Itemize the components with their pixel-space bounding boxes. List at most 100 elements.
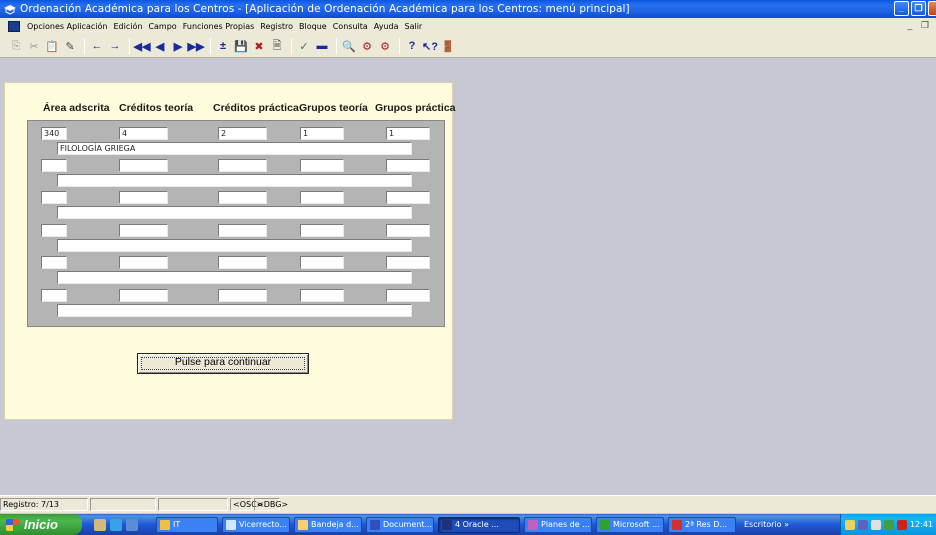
descripcion-field[interactable] [57, 304, 412, 317]
creditos-teoria-field[interactable]: 4 [119, 127, 168, 140]
lov-icon[interactable]: ⚙ [359, 38, 375, 54]
exit-icon[interactable]: 🚪 [440, 38, 456, 54]
area-field[interactable] [41, 289, 67, 302]
grupos-teoria-field[interactable] [300, 191, 344, 204]
copy-icon[interactable]: ⎘ [8, 38, 24, 54]
grupos-practica-field[interactable]: 1 [386, 127, 430, 140]
creditos-practica-field[interactable]: 2 [218, 127, 267, 140]
task-item[interactable]: IT [156, 516, 218, 533]
descripcion-field[interactable] [57, 271, 412, 284]
dbg-indicator: <DBG> [254, 498, 288, 511]
grupos-teoria-field[interactable]: 1 [300, 127, 344, 140]
context-help-icon[interactable]: ↖? [422, 38, 438, 54]
descripcion-field[interactable] [57, 174, 412, 187]
task-item[interactable]: Planes de ... [524, 516, 592, 533]
desktop-quicklaunch-icon[interactable] [94, 518, 106, 531]
descripcion-field[interactable]: FILOLOGÍA GRIEGA [57, 142, 412, 155]
close-button[interactable] [928, 1, 936, 16]
grupos-practica-field[interactable] [386, 289, 430, 302]
menu-funciones-propias[interactable]: Funciones Propias [180, 22, 258, 31]
creditos-teoria-field[interactable] [119, 224, 168, 237]
grupos-practica-field[interactable] [386, 159, 430, 172]
enter-query-icon[interactable]: ✓ [296, 38, 312, 54]
print-icon[interactable]: 🗎 [269, 38, 285, 54]
creditos-teoria-field[interactable] [119, 191, 168, 204]
grupos-practica-field[interactable] [386, 224, 430, 237]
menu-consulta[interactable]: Consulta [330, 22, 371, 31]
save-icon[interactable]: 💾 [233, 38, 249, 54]
area-field[interactable]: 340 [41, 127, 67, 140]
descripcion-field[interactable] [57, 206, 412, 219]
task-item[interactable]: Document... [366, 516, 434, 533]
grupos-practica-field[interactable] [386, 191, 430, 204]
execute-query-icon[interactable]: ▬ [314, 38, 330, 54]
creditos-practica-field[interactable] [218, 224, 267, 237]
creditos-teoria-field[interactable] [119, 289, 168, 302]
browser-quicklaunch-icon[interactable] [126, 518, 138, 531]
edit-icon[interactable]: ✎ [62, 38, 78, 54]
menu-campo[interactable]: Campo [145, 22, 179, 31]
menu-salir[interactable]: Salir [402, 22, 426, 31]
grupos-teoria-field[interactable] [300, 159, 344, 172]
area-field[interactable] [41, 256, 67, 269]
creditos-practica-field[interactable] [218, 159, 267, 172]
insert-record-icon[interactable]: ± [215, 38, 231, 54]
area-field[interactable] [41, 191, 67, 204]
last-record-icon[interactable]: ▶▶ [188, 38, 205, 54]
tray-icon[interactable] [870, 519, 881, 530]
previous-field-icon[interactable]: ← [89, 38, 105, 54]
ie-quicklaunch-icon[interactable] [110, 518, 122, 531]
continue-button[interactable]: Pulse para continuar [137, 353, 309, 374]
next-field-icon[interactable]: → [107, 38, 123, 54]
creditos-teoria-field[interactable] [119, 256, 168, 269]
help-icon[interactable]: ? [404, 38, 420, 54]
oracle-icon [442, 519, 452, 530]
creditos-practica-field[interactable] [218, 289, 267, 302]
cut-icon[interactable]: ✂ [26, 38, 42, 54]
tray-icon[interactable] [896, 519, 907, 530]
status-bar: Registro: 7/13 <OSC> <DBG> [0, 495, 936, 513]
mdi-window-controls[interactable]: _ ❐ [907, 20, 932, 31]
paste-icon[interactable]: 📋 [44, 38, 60, 54]
grupos-teoria-field[interactable] [300, 289, 344, 302]
browser-icon [226, 519, 236, 530]
area-field[interactable] [41, 224, 67, 237]
menu-ayuda[interactable]: Ayuda [371, 22, 402, 31]
first-record-icon[interactable]: ◀◀ [134, 38, 151, 54]
task-item[interactable]: Bandeja d... [294, 516, 362, 533]
menu-edicion[interactable]: Edición [110, 22, 145, 31]
task-item-active[interactable]: 4 Oracle ... [438, 516, 520, 533]
status-cell-2 [90, 498, 156, 511]
menu-bloque[interactable]: Bloque [296, 22, 330, 31]
minimize-button[interactable]: _ [894, 1, 909, 16]
desktop-toolbar[interactable]: Escritorio » [744, 520, 789, 529]
task-item[interactable]: Vicerrecto... [222, 516, 290, 533]
find-icon[interactable]: 🔍 [341, 38, 357, 54]
start-button[interactable]: Inicio [0, 514, 82, 535]
task-item[interactable]: 2ª Res D... [668, 516, 736, 533]
grupos-teoria-field[interactable] [300, 224, 344, 237]
creditos-practica-field[interactable] [218, 256, 267, 269]
creditos-teoria-field[interactable] [119, 159, 168, 172]
next-record-icon[interactable]: ▶ [170, 38, 186, 54]
oracle-forms-icon[interactable] [8, 21, 20, 32]
tray-icon[interactable] [857, 519, 868, 530]
window-title-bar[interactable]: Ordenación Académica para los Centros - … [0, 0, 936, 18]
edit-field-icon[interactable]: ⚙ [377, 38, 393, 54]
header-area-adscrita: Área adscrita [43, 102, 110, 114]
workspace: Área adscrita Créditos teoría Créditos p… [0, 59, 936, 495]
delete-record-icon[interactable]: ✖ [251, 38, 267, 54]
menu-opciones-aplicacion[interactable]: Opciones Aplicación [24, 22, 110, 31]
grupos-practica-field[interactable] [386, 256, 430, 269]
task-item[interactable]: Microsoft ... [596, 516, 664, 533]
area-field[interactable] [41, 159, 67, 172]
grupos-teoria-field[interactable] [300, 256, 344, 269]
creditos-practica-field[interactable] [218, 191, 267, 204]
tray-icon[interactable] [844, 519, 855, 530]
restore-button[interactable]: ❐ [911, 1, 926, 16]
tray-icon[interactable] [883, 519, 894, 530]
toolbar: ⎘ ✂ 📋 ✎ ← → ◀◀ ◀ ▶ ▶▶ ± 💾 ✖ 🗎 ✓ ▬ 🔍 ⚙ ⚙ … [0, 35, 936, 58]
menu-registro[interactable]: Registro [257, 22, 296, 31]
descripcion-field[interactable] [57, 239, 412, 252]
previous-record-icon[interactable]: ◀ [152, 38, 168, 54]
